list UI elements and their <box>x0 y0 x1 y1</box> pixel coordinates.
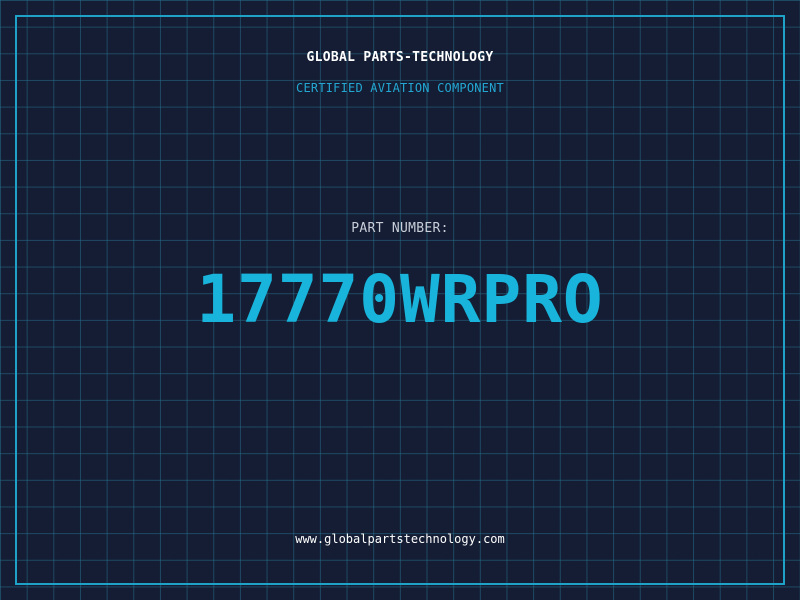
brand-tagline: CERTIFIED AVIATION COMPONENT <box>296 81 504 95</box>
label-card: GLOBAL PARTS-TECHNOLOGY CERTIFIED AVIATI… <box>0 0 800 600</box>
part-number-label: PART NUMBER: <box>351 221 449 236</box>
website-url: www.globalpartstechnology.com <box>295 532 505 546</box>
brand-name: GLOBAL PARTS-TECHNOLOGY <box>306 50 494 65</box>
part-number-value: 17770WRPRO <box>196 261 604 338</box>
